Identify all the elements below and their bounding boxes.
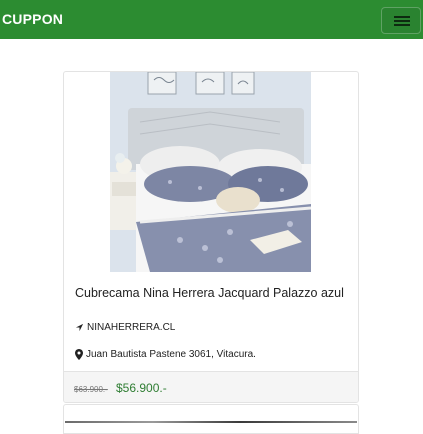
brand-logo[interactable]: CUPPON <box>2 11 63 27</box>
location-arrow-icon <box>75 323 84 332</box>
product-image[interactable] <box>110 72 311 272</box>
navbar: CUPPON <box>0 0 423 39</box>
new-price: $56.900.- <box>116 381 167 395</box>
product-title[interactable]: Cubrecama Nina Herrera Jacquard Palazzo … <box>75 285 345 301</box>
product-site[interactable]: NINAHERRERA.CL <box>75 322 175 333</box>
product-card[interactable]: Cubrecama Nina Herrera Jacquard Palazzo … <box>63 71 359 403</box>
product-address-label: Juan Bautista Pastene 3061, Vitacura. <box>86 349 256 360</box>
hamburger-icon-line <box>394 24 410 26</box>
old-price: $63.900.- <box>74 385 108 394</box>
hamburger-icon <box>394 16 410 18</box>
product-site-label: NINAHERRERA.CL <box>87 322 176 333</box>
map-marker-icon <box>75 349 83 360</box>
product-address: Juan Bautista Pastene 3061, Vitacura. <box>75 349 256 360</box>
next-product-card[interactable] <box>63 404 359 434</box>
card-footer: $63.900.- $56.900.- <box>64 371 358 402</box>
menu-toggle-button[interactable] <box>381 7 421 34</box>
hamburger-icon-line <box>394 20 410 22</box>
